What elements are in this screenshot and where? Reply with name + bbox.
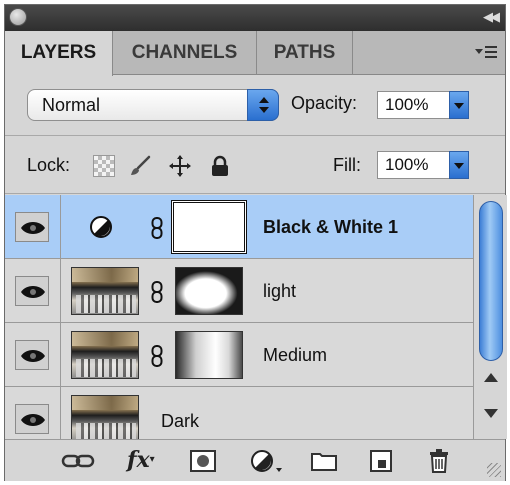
panel-menu-icon[interactable] <box>475 44 497 62</box>
resize-grip-icon[interactable] <box>487 463 501 477</box>
panel-bottom-bar: fx▾ <box>5 439 505 481</box>
blend-mode-value: Normal <box>42 95 101 115</box>
opacity-field[interactable]: 100% <box>377 91 469 119</box>
scroll-down-icon[interactable] <box>484 409 498 418</box>
layer-row-black-white[interactable]: Black & White 1 <box>5 195 473 259</box>
lock-label: Lock: <box>27 155 71 175</box>
opacity-label: Opacity: <box>291 93 358 113</box>
chain-link-icon[interactable] <box>151 345 163 367</box>
eye-icon[interactable] <box>15 212 49 242</box>
layer-row-light[interactable]: light <box>5 259 473 323</box>
collapse-icon[interactable]: ◀◀ <box>483 9 500 25</box>
layers-panel: ◀◀ LAYERS CHANNELS PATHS Normal Opacity:… <box>4 4 507 481</box>
select-arrows-icon[interactable] <box>247 89 279 121</box>
link-layers-icon[interactable] <box>61 448 95 474</box>
fill-field[interactable]: 100% <box>377 151 469 179</box>
opacity-value: 100% <box>385 95 429 114</box>
divider <box>5 193 505 194</box>
eye-icon[interactable] <box>15 276 49 306</box>
layer-thumbnail[interactable] <box>71 395 139 439</box>
layer-name: Medium <box>263 345 328 365</box>
layer-mask-thumbnail[interactable] <box>175 331 243 379</box>
divider <box>5 135 505 136</box>
layer-name: light <box>263 281 297 301</box>
fill-value: 100% <box>385 155 429 174</box>
eye-icon[interactable] <box>15 404 49 434</box>
layer-name: Dark <box>161 411 200 431</box>
layer-thumbnail[interactable] <box>71 331 139 379</box>
visibility-cell <box>5 387 61 439</box>
layer-row-medium[interactable]: Medium <box>5 323 473 387</box>
layers-scrollbar[interactable] <box>473 195 507 439</box>
fill-label: Fill: <box>333 155 361 175</box>
new-layer-icon[interactable] <box>367 448 395 474</box>
layer-row-dark[interactable]: Dark <box>5 387 473 439</box>
tab-layers[interactable]: LAYERS <box>5 31 113 76</box>
adjustment-layer-icon[interactable] <box>249 448 285 474</box>
fx-label: fx <box>127 447 150 473</box>
new-group-icon[interactable] <box>309 448 339 474</box>
trash-icon[interactable] <box>425 448 453 474</box>
layer-mask-thumbnail[interactable] <box>175 267 243 315</box>
layer-name: Black & White 1 <box>263 217 399 237</box>
opacity-dropdown-button[interactable] <box>449 91 469 119</box>
tab-channels[interactable]: CHANNELS <box>113 31 257 75</box>
blend-mode-select[interactable]: Normal <box>27 89 279 121</box>
chain-link-icon[interactable] <box>151 281 163 303</box>
layer-thumbnail[interactable] <box>71 267 139 315</box>
panel-titlebar: ◀◀ <box>5 5 505 31</box>
lock-transparent-icon[interactable] <box>93 155 115 177</box>
fx-icon[interactable]: fx▾ <box>127 448 167 474</box>
visibility-cell <box>5 323 61 387</box>
scroll-thumb[interactable] <box>479 201 503 361</box>
adjustment-icon <box>89 215 113 239</box>
fill-dropdown-button[interactable] <box>449 151 469 179</box>
padlock-icon[interactable] <box>209 155 231 177</box>
add-mask-icon[interactable] <box>189 448 217 474</box>
move-icon[interactable] <box>169 155 191 177</box>
visibility-cell <box>5 195 61 259</box>
visibility-cell <box>5 259 61 323</box>
close-button[interactable] <box>9 8 27 26</box>
panel-tabs: LAYERS CHANNELS PATHS <box>5 31 505 76</box>
brush-icon[interactable] <box>129 155 151 177</box>
eye-icon[interactable] <box>15 340 49 370</box>
scroll-up-icon[interactable] <box>484 373 498 382</box>
chain-link-icon[interactable] <box>151 217 163 239</box>
layer-mask-thumbnail[interactable] <box>171 200 247 254</box>
layers-list: Black & White 1 light Medium Dark <box>5 195 473 439</box>
tab-paths[interactable]: PATHS <box>257 31 353 75</box>
